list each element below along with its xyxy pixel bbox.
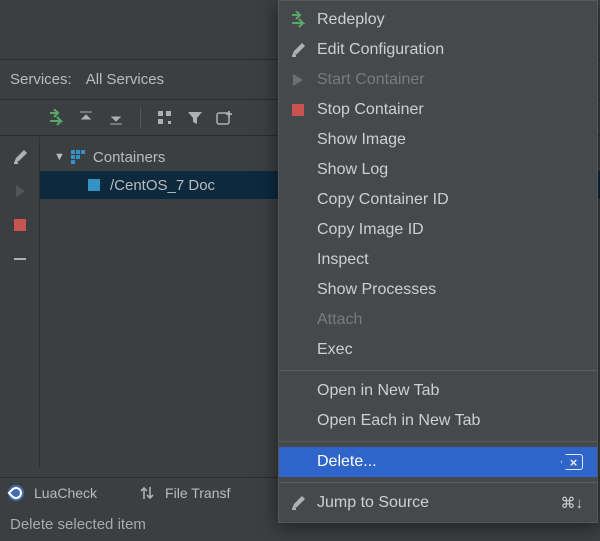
menu-item-label: Show Log (317, 161, 583, 179)
menu-show-image[interactable]: Show Image (279, 125, 597, 155)
menu-item-label: Open Each in New Tab (317, 412, 583, 430)
menu-show-log[interactable]: Show Log (279, 155, 597, 185)
menu-item-label: Exec (317, 341, 583, 359)
menu-item-label: Edit Configuration (317, 41, 583, 59)
filter-icon[interactable] (185, 108, 205, 128)
menu-copy-cid[interactable]: Copy Container ID (279, 185, 597, 215)
services-label: Services: (10, 71, 72, 88)
expand-toggle-icon[interactable]: ▼ (54, 151, 65, 163)
context-menu: Redeploy Edit Configuration Start Containe… (278, 0, 598, 523)
add-tab-icon[interactable] (215, 108, 235, 128)
menu-stop[interactable]: Stop Container (279, 95, 597, 125)
menu-item-label: Show Processes (317, 281, 583, 299)
redeploy-icon (289, 11, 307, 29)
menu-item-label: Copy Image ID (317, 221, 583, 239)
menu-item-label: Show Image (317, 131, 583, 149)
menu-inspect[interactable]: Inspect (279, 245, 597, 275)
menu-item-label: Attach (317, 311, 583, 329)
menu-open-tab[interactable]: Open in New Tab (279, 376, 597, 406)
backspace-icon (561, 454, 583, 470)
blank-icon (289, 251, 307, 269)
menu-item-label: Inspect (317, 251, 583, 269)
menu-edit-config[interactable]: Edit Configuration (279, 35, 597, 65)
blank-icon (289, 131, 307, 149)
play-icon[interactable] (10, 181, 30, 201)
container-icon (88, 179, 100, 191)
menu-start: Start Container (279, 65, 597, 95)
menu-item-label: Stop Container (317, 101, 583, 119)
menu-show-proc[interactable]: Show Processes (279, 275, 597, 305)
stop-icon (289, 101, 307, 119)
grid-icon[interactable] (155, 108, 175, 128)
hint-text: Delete selected item (10, 516, 146, 533)
shortcut-text: ⌘↓ (561, 494, 584, 512)
minus-icon[interactable] (10, 249, 30, 269)
redeploy-icon[interactable] (46, 108, 66, 128)
pencil-icon (289, 41, 307, 59)
blank-icon (289, 341, 307, 359)
stop-icon[interactable] (10, 215, 30, 235)
blank-icon (289, 453, 307, 471)
luacheck-icon[interactable] (8, 485, 24, 501)
containers-icon (71, 150, 85, 164)
tree-node-label: Containers (93, 149, 166, 166)
menu-jump[interactable]: Jump to Source ⌘↓ (279, 488, 597, 518)
menu-attach: Attach (279, 305, 597, 335)
play-icon (289, 71, 307, 89)
blank-icon (289, 161, 307, 179)
menu-item-label: Open in New Tab (317, 382, 583, 400)
menu-exec[interactable]: Exec (279, 335, 597, 365)
menu-open-each[interactable]: Open Each in New Tab (279, 406, 597, 436)
transfer-icon[interactable] (139, 485, 155, 501)
blank-icon (289, 382, 307, 400)
menu-item-label: Delete... (317, 453, 551, 471)
menu-item-label: Copy Container ID (317, 191, 583, 209)
expand-icon[interactable] (106, 108, 126, 128)
services-filter[interactable]: All Services (86, 71, 164, 88)
menu-item-label: Redeploy (317, 11, 583, 29)
menu-item-label: Start Container (317, 71, 583, 89)
blank-icon (289, 311, 307, 329)
pencil-icon[interactable] (10, 147, 30, 167)
blank-icon (289, 412, 307, 430)
blank-icon (289, 191, 307, 209)
menu-copy-iid[interactable]: Copy Image ID (279, 215, 597, 245)
status-luacheck[interactable]: LuaCheck (34, 485, 97, 501)
blank-icon (289, 221, 307, 239)
pencil-icon (289, 494, 307, 512)
status-file-transfer[interactable]: File Transf (165, 485, 230, 501)
blank-icon (289, 281, 307, 299)
menu-item-label: Jump to Source (317, 494, 551, 512)
menu-redeploy[interactable]: Redeploy (279, 5, 597, 35)
menu-delete[interactable]: Delete... (279, 447, 597, 477)
collapse-icon[interactable] (76, 108, 96, 128)
tree-item-label: /CentOS_7 Doc (110, 177, 215, 194)
